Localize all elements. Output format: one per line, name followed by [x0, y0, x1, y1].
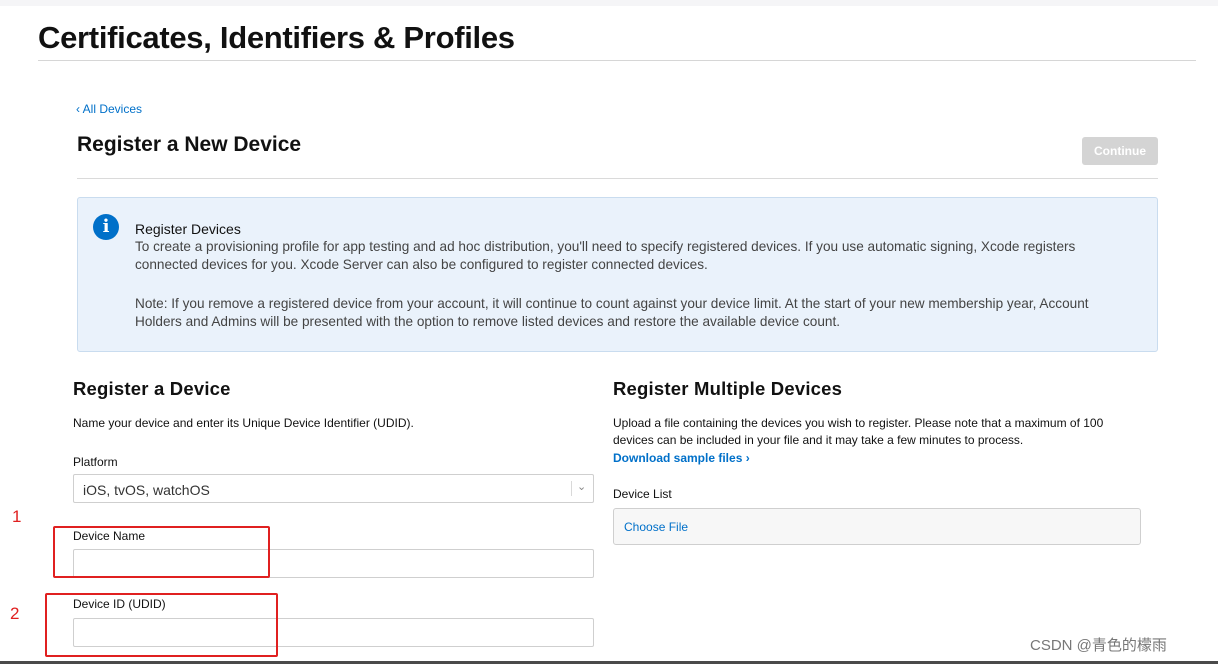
watermark: CSDN @青色的檬雨: [1030, 637, 1167, 654]
platform-select[interactable]: iOS, tvOS, watchOS ⌄: [73, 474, 594, 503]
select-separator: [571, 481, 572, 496]
device-list-file-input[interactable]: Choose File: [613, 508, 1141, 545]
choose-file-button[interactable]: Choose File: [624, 520, 688, 534]
section-title: Register a New Device: [77, 133, 302, 156]
info-box: i Register Devices To create a provision…: [77, 197, 1158, 352]
annotation-box-1: [53, 526, 270, 578]
title-divider: [38, 60, 1196, 61]
annotation-box-2: [45, 593, 278, 657]
info-heading: Register Devices: [135, 221, 241, 237]
section-divider: [77, 178, 1158, 179]
device-list-label: Device List: [613, 487, 672, 501]
info-text: To create a provisioning profile for app…: [135, 239, 1076, 272]
register-device-title: Register a Device: [73, 378, 231, 399]
info-note: Note: If you remove a registered device …: [135, 296, 1089, 329]
chevron-down-icon: ⌄: [577, 481, 587, 493]
register-multiple-description: Upload a file containing the devices you…: [613, 416, 1104, 447]
annotation-marker-2: 2: [10, 604, 20, 623]
all-devices-link[interactable]: ‹ All Devices: [76, 102, 142, 116]
annotation-marker-1: 1: [12, 507, 22, 526]
top-strip: [0, 0, 1218, 6]
info-icon: i: [93, 214, 119, 240]
register-multiple-title: Register Multiple Devices: [613, 378, 843, 399]
download-sample-link[interactable]: Download sample files ›: [613, 451, 750, 465]
register-device-description: Name your device and enter its Unique De…: [73, 416, 414, 430]
continue-button[interactable]: Continue: [1082, 137, 1158, 165]
page-title: Certificates, Identifiers & Profiles: [38, 20, 515, 55]
platform-value: iOS, tvOS, watchOS: [83, 482, 210, 498]
platform-label: Platform: [73, 455, 118, 469]
